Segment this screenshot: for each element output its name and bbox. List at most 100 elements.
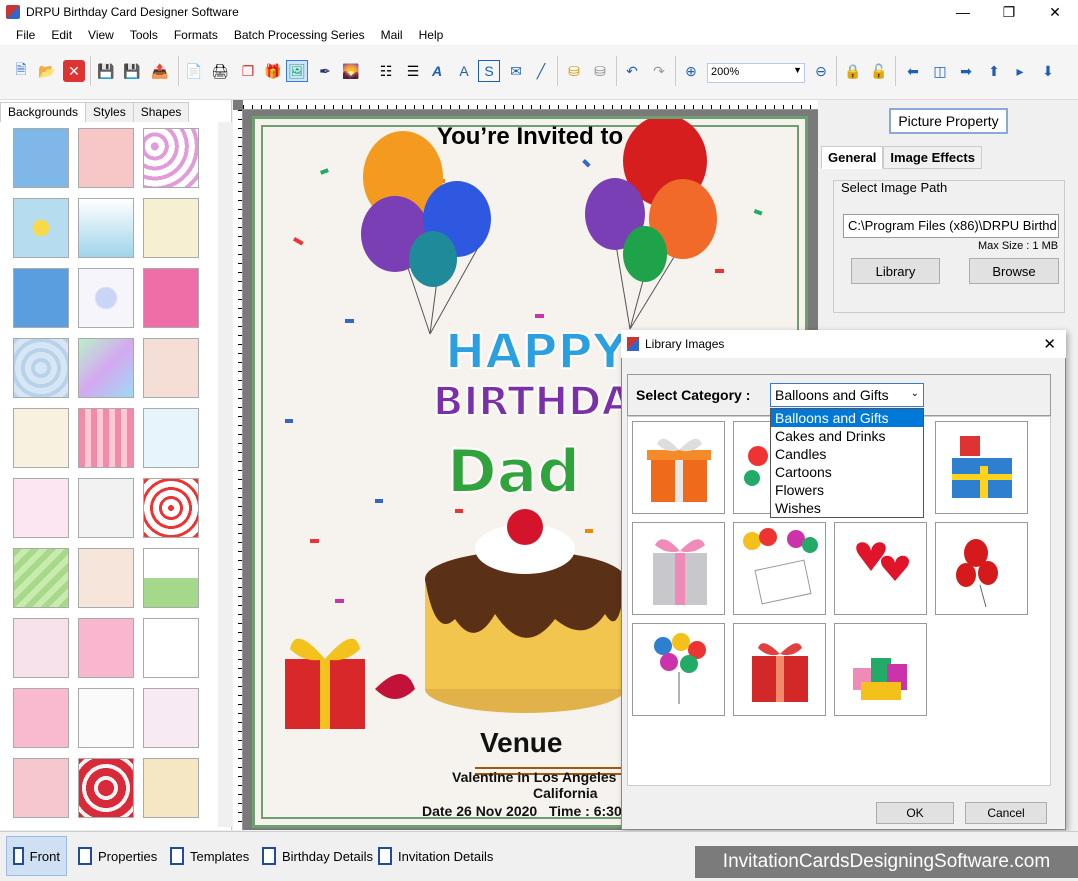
bg-thumbnail[interactable] (13, 128, 69, 188)
image-path-field[interactable]: C:\Program Files (x86)\DRPU Birthd (843, 214, 1059, 238)
category-option[interactable]: Wishes (771, 499, 923, 517)
category-select[interactable]: Balloons and Gifts ⌄ (770, 383, 924, 407)
library-image[interactable] (935, 421, 1028, 514)
bg-thumbnail[interactable] (78, 548, 134, 608)
lock-icon[interactable]: 🔒 (842, 60, 864, 82)
arrow-right-icon[interactable]: ➡ (955, 60, 977, 82)
open-icon[interactable]: 📂 (36, 60, 58, 82)
bg-thumbnail[interactable] (143, 128, 199, 188)
text-box-icon[interactable]: A (453, 60, 475, 82)
category-option[interactable]: Flowers (771, 481, 923, 499)
zoom-out-icon[interactable]: ⊖ (810, 60, 832, 82)
library-image[interactable] (733, 522, 826, 615)
tab-front[interactable]: Front (6, 836, 67, 876)
save-as-icon[interactable]: 💾 (121, 60, 143, 82)
menu-help[interactable]: Help (411, 28, 452, 42)
menu-formats[interactable]: Formats (166, 28, 226, 42)
bg-thumbnail[interactable] (13, 408, 69, 468)
card-happy-text[interactable]: HAPPY (444, 323, 628, 381)
close-doc-icon[interactable]: ✕ (63, 60, 85, 82)
library-image[interactable] (632, 522, 725, 615)
print-preview-icon[interactable]: 📄 (183, 60, 205, 82)
new-icon[interactable]: 🗎 (10, 60, 32, 82)
bg-thumbnail[interactable] (78, 128, 134, 188)
bg-thumbnail[interactable] (143, 688, 199, 748)
card-dad-text[interactable]: Dad (446, 436, 581, 508)
bg-thumbnail[interactable] (78, 198, 134, 258)
category-option[interactable]: Candles (771, 445, 923, 463)
tab-properties[interactable]: Properties (72, 836, 163, 876)
tab-invitation-details[interactable]: Invitation Details (372, 836, 499, 876)
bg-thumbnail[interactable] (78, 758, 134, 818)
pen-icon[interactable]: ✒ (314, 60, 336, 82)
bg-thumbnail[interactable] (78, 408, 134, 468)
cancel-button[interactable]: Cancel (965, 802, 1047, 824)
close-button[interactable]: ✕ (1032, 0, 1078, 24)
card-venue-line1[interactable]: Valentine in Los Angeles (452, 769, 616, 785)
card-date-time[interactable]: Date 26 Nov 2020 Time : 6:30 (422, 803, 622, 819)
bg-thumbnail[interactable] (13, 688, 69, 748)
database2-icon[interactable]: ⛁ (589, 60, 611, 82)
browse-button[interactable]: Browse (969, 258, 1059, 284)
menu-view[interactable]: View (80, 28, 122, 42)
card-invited-text[interactable]: You’re Invited to (255, 123, 805, 151)
library-image[interactable] (834, 522, 927, 615)
menu-tools[interactable]: Tools (122, 28, 166, 42)
zoom-select[interactable]: 200% ▼ (707, 63, 805, 83)
bg-thumbnail[interactable] (143, 758, 199, 818)
bg-thumbnail[interactable] (143, 618, 199, 678)
bg-thumbnail[interactable] (143, 198, 199, 258)
bg-thumbnail[interactable] (13, 548, 69, 608)
bg-thumbnail[interactable] (78, 338, 134, 398)
library-image[interactable] (632, 421, 725, 514)
bg-thumbnail[interactable] (78, 478, 134, 538)
bg-thumbnail[interactable] (143, 338, 199, 398)
library-image[interactable] (834, 623, 927, 716)
dialog-close-icon[interactable]: ✕ (1043, 335, 1056, 353)
menu-batch[interactable]: Batch Processing Series (226, 28, 373, 42)
menu-edit[interactable]: Edit (43, 28, 80, 42)
library-image[interactable] (632, 623, 725, 716)
tab-backgrounds[interactable]: Backgrounds (0, 102, 87, 122)
card-venue-line2[interactable]: California (533, 785, 598, 801)
symbol-icon[interactable]: S (478, 60, 500, 82)
undo-icon[interactable]: ↶ (621, 60, 643, 82)
barcode2-icon[interactable]: ☰ (402, 60, 424, 82)
tab-templates[interactable]: Templates (164, 836, 255, 876)
line-icon[interactable]: ╱ (530, 60, 552, 82)
bg-thumbnail[interactable] (143, 478, 199, 538)
card-birthday-text[interactable]: BIRTHDA (432, 378, 633, 426)
barcode-icon[interactable]: ☷ (375, 60, 397, 82)
bg-thumbnail[interactable] (13, 338, 69, 398)
print-icon[interactable]: 🖨 (209, 60, 231, 82)
category-option[interactable]: Cakes and Drinks (771, 427, 923, 445)
database-icon[interactable]: ⛁ (563, 60, 585, 82)
menu-file[interactable]: File (8, 28, 43, 42)
gift-icon[interactable]: 🎁 (262, 60, 284, 82)
bg-thumbnail[interactable] (78, 618, 134, 678)
save-icon[interactable]: 💾 (95, 60, 117, 82)
bg-thumbnail[interactable] (13, 268, 69, 328)
picture-icon[interactable]: 🖼 (286, 60, 308, 82)
bg-thumbnail[interactable] (13, 758, 69, 818)
library-image[interactable] (733, 623, 826, 716)
tab-birthday-details[interactable]: Birthday Details (256, 836, 379, 876)
export-icon[interactable]: 📤 (149, 60, 171, 82)
bg-thumbnail[interactable] (13, 478, 69, 538)
bg-thumbnail[interactable] (13, 618, 69, 678)
unlock-icon[interactable]: 🔓 (868, 60, 890, 82)
left-scrollbar[interactable] (218, 122, 232, 827)
bg-thumbnail[interactable] (143, 548, 199, 608)
image-icon[interactable]: 🌄 (340, 60, 362, 82)
redo-icon[interactable]: ↷ (648, 60, 670, 82)
category-option[interactable]: Cartoons (771, 463, 923, 481)
text-icon[interactable]: A (426, 60, 448, 82)
flip-vertical-icon[interactable]: ▸ (1009, 60, 1031, 82)
library-button[interactable]: Library (851, 258, 940, 284)
flip-icon[interactable]: ◫ (929, 60, 951, 82)
copy-icon[interactable]: ❐ (237, 60, 259, 82)
card-venue-title[interactable]: Venue (480, 727, 562, 759)
bg-thumbnail[interactable] (13, 198, 69, 258)
category-option[interactable]: Balloons and Gifts (771, 409, 923, 427)
bg-thumbnail[interactable] (143, 268, 199, 328)
